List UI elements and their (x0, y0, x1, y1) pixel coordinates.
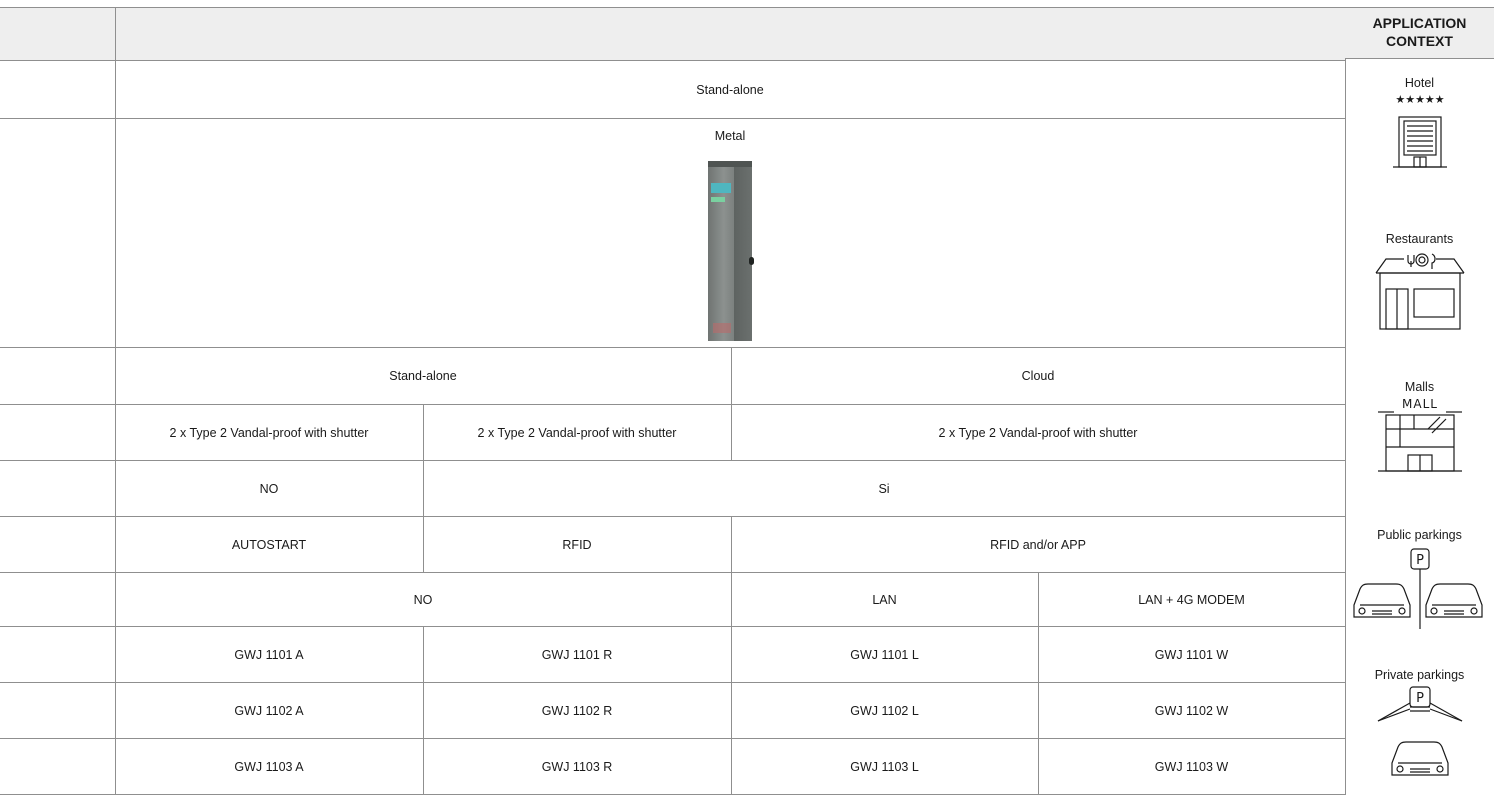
material-label: Metal (714, 129, 746, 143)
product-code-cell: GWJ 1103 L (730, 738, 1039, 795)
product-code-cell: GWJ 1102 L (730, 682, 1039, 739)
context-item-public-parkings: Public parkings P (1345, 527, 1494, 631)
parking-sign: P (1416, 691, 1424, 706)
header-label-cell (0, 7, 116, 61)
table-row: GWJ 1101 A GWJ 1101 R GWJ 1101 L GWJ 110… (0, 626, 1346, 683)
row-label-cell (0, 460, 116, 517)
charging-station-image (705, 161, 755, 341)
mall-icon: MALL (1377, 397, 1462, 472)
context-label: Malls (1404, 380, 1435, 394)
table-row: GWJ 1102 A GWJ 1102 R GWJ 1102 L GWJ 110… (0, 682, 1346, 739)
socket-cell: 2 x Type 2 Vandal-proof with shutter (114, 404, 424, 461)
row-label-cell (0, 626, 116, 683)
row-label-cell (0, 60, 116, 119)
option-cell: NO (114, 460, 424, 517)
product-code-cell: GWJ 1101 L (730, 626, 1039, 683)
header-main-cell (114, 7, 1346, 61)
restaurant-icon (1375, 253, 1464, 330)
connectivity-cell: LAN (730, 572, 1039, 627)
product-code-cell: GWJ 1103 R (422, 738, 732, 795)
control-group-cell: Stand-alone (114, 347, 732, 405)
table-row: Stand-alone (0, 60, 1346, 119)
context-label: Hotel (1404, 76, 1435, 90)
context-item-hotel: Hotel ★★★★★ (1345, 75, 1494, 169)
application-context-title: APPLICATION CONTEXT (1345, 7, 1494, 59)
socket-cell: 2 x Type 2 Vandal-proof with shutter (730, 404, 1346, 461)
product-code-cell: GWJ 1102 A (114, 682, 424, 739)
table-row: AUTOSTART RFID RFID and/or APP (0, 516, 1346, 573)
product-code-cell: GWJ 1101 R (422, 626, 732, 683)
row-label-cell (0, 516, 116, 573)
mall-sign: MALL (1402, 397, 1438, 411)
table-row: NO LAN LAN + 4G MODEM (0, 572, 1346, 627)
parking-sign: P (1416, 553, 1424, 568)
row-label-cell (0, 682, 116, 739)
row-label-cell (0, 738, 116, 795)
application-context-panel: APPLICATION CONTEXT Hotel ★★★★★ Restaura… (1345, 7, 1494, 792)
control-group-cell: Cloud (730, 347, 1346, 405)
context-item-private-parkings: Private parkings P (1345, 667, 1494, 785)
product-code-cell: GWJ 1101 W (1037, 626, 1346, 683)
hotel-stars: ★★★★★ (1395, 93, 1444, 106)
table-row: NO Si (0, 460, 1346, 517)
context-label: Restaurants (1385, 232, 1454, 246)
auth-cell: RFID (422, 516, 732, 573)
public-parking-icon: P (1352, 548, 1483, 629)
product-code-cell: GWJ 1102 W (1037, 682, 1346, 739)
row-label-cell (0, 404, 116, 461)
socket-cell: 2 x Type 2 Vandal-proof with shutter (422, 404, 732, 461)
product-image-cell: Metal (114, 118, 1346, 348)
context-item-malls: Malls MALL (1345, 379, 1494, 473)
product-code-cell: GWJ 1103 W (1037, 738, 1346, 795)
context-item-restaurants: Restaurants (1345, 231, 1494, 333)
context-label: Private parkings (1374, 668, 1465, 682)
product-code-cell: GWJ 1103 A (114, 738, 424, 795)
product-code-cell: GWJ 1101 A (114, 626, 424, 683)
auth-cell: RFID and/or APP (730, 516, 1346, 573)
product-code-cell: GWJ 1102 R (422, 682, 732, 739)
hotel-icon: ★★★★★ (1392, 93, 1447, 168)
row-label-cell (0, 347, 116, 405)
connectivity-cell: LAN + 4G MODEM (1037, 572, 1346, 627)
table-row: Metal (0, 118, 1346, 348)
private-parking-icon: P (1377, 686, 1462, 776)
row-label-cell (0, 572, 116, 627)
table-row: 2 x Type 2 Vandal-proof with shutter 2 x… (0, 404, 1346, 461)
table-row: GWJ 1103 A GWJ 1103 R GWJ 1103 L GWJ 110… (0, 738, 1346, 795)
table-header-row (0, 7, 1346, 61)
auth-cell: AUTOSTART (114, 516, 424, 573)
connectivity-cell: NO (114, 572, 732, 627)
row-label-cell (0, 118, 116, 348)
product-spec-table: Stand-alone Metal Stand-alone Cloud 2 x … (0, 7, 1346, 795)
installation-type-cell: Stand-alone (114, 60, 1346, 119)
option-cell: Si (422, 460, 1346, 517)
context-label: Public parkings (1377, 528, 1462, 542)
table-row: Stand-alone Cloud (0, 347, 1346, 405)
